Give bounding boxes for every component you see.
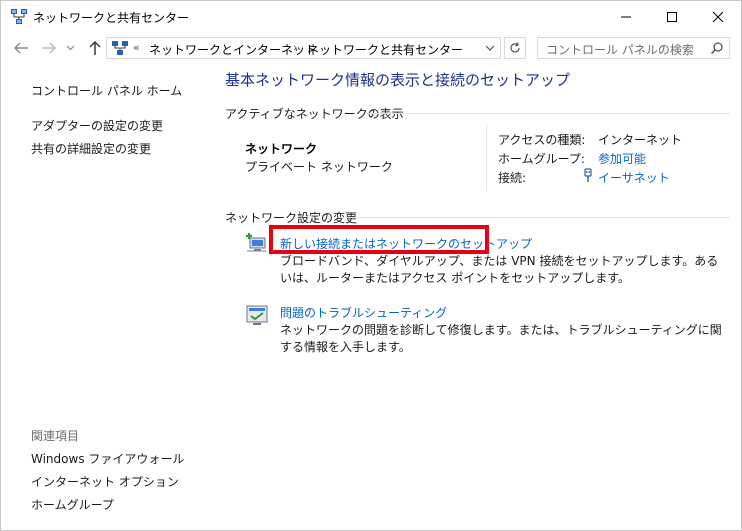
related-heading: 関連項目 [31, 429, 80, 443]
up-button[interactable] [85, 38, 105, 58]
control-panel-home-link[interactable]: コントロール パネル ホーム [31, 82, 182, 99]
arrow-left-icon [13, 42, 28, 54]
connections-label: 接続: [498, 171, 527, 185]
address-bar[interactable]: « ネットワークとインターネット › ネットワークと共有センター [106, 37, 501, 59]
close-button[interactable] [695, 1, 741, 32]
section-divider [367, 113, 730, 114]
left-navigation-pane: コントロール パネル ホーム アダプターの設定の変更 共有の詳細設定の変更 関連… [1, 64, 206, 531]
vertical-divider [486, 125, 487, 191]
arrow-up-icon [89, 40, 101, 55]
setup-new-connection-description: ブロードバンド、ダイヤルアップ、または VPN 接続をセットアップします。あるい… [280, 254, 719, 285]
homegroup-label: ホームグループ: [498, 152, 585, 166]
homegroup-join-link[interactable]: 参加可能 [598, 150, 646, 167]
minimize-button[interactable] [603, 1, 649, 32]
forward-button[interactable] [39, 38, 59, 58]
recent-locations-button[interactable] [63, 38, 77, 58]
maximize-button[interactable] [649, 1, 695, 32]
back-button[interactable] [11, 38, 31, 58]
page-title: 基本ネットワーク情報の表示と接続のセットアップ [225, 71, 571, 89]
network-category: プライベート ネットワーク [245, 160, 393, 174]
maximize-icon [667, 11, 677, 22]
close-icon [712, 11, 724, 22]
windows-firewall-link[interactable]: Windows ファイアウォール [31, 450, 184, 467]
ethernet-icon[interactable] [582, 168, 594, 183]
new-connection-icon [246, 233, 266, 252]
refresh-icon [510, 42, 520, 53]
search-icon[interactable] [710, 41, 724, 55]
network-center-icon [11, 9, 27, 24]
search-box[interactable]: コントロール パネルの検索 [537, 37, 730, 59]
navigation-bar: « ネットワークとインターネット › ネットワークと共有センター コントロール … [1, 32, 741, 64]
network-center-icon [112, 41, 128, 55]
ethernet-connection-link[interactable]: イーサネット [598, 169, 670, 186]
chevron-down-icon[interactable] [483, 42, 497, 54]
title-bar[interactable]: ネットワークと共有センター [1, 1, 741, 32]
troubleshoot-problems-description: ネットワークの問題を診断して修復します。または、トラブルシューティングに関する情… [280, 323, 722, 354]
breadcrumb-sharing-center[interactable]: ネットワークと共有センター [307, 41, 463, 58]
search-placeholder: コントロール パネルの検索 [546, 43, 694, 57]
breadcrumb-separator[interactable]: › [293, 41, 297, 54]
homegroup-link[interactable]: ホームグループ [31, 496, 114, 513]
network-name: ネットワーク [245, 142, 318, 156]
advanced-sharing-settings-link[interactable]: 共有の詳細設定の変更 [31, 140, 151, 157]
arrow-right-icon [42, 42, 57, 54]
breadcrumb-network-internet[interactable]: ネットワークとインターネット [149, 41, 317, 58]
section-divider [341, 217, 730, 218]
minimize-icon [621, 16, 631, 17]
access-type-value: インターネット [598, 133, 683, 147]
change-adapter-settings-link[interactable]: アダプターの設定の変更 [31, 117, 163, 134]
troubleshoot-problems-link[interactable]: 問題のトラブルシューティング [280, 304, 447, 321]
window-title: ネットワークと共有センター [33, 11, 190, 25]
change-settings-heading: ネットワーク設定の変更 [225, 211, 358, 225]
internet-options-link[interactable]: インターネット オプション [31, 473, 179, 490]
setup-new-connection-link[interactable]: 新しい接続またはネットワークのセットアップ [280, 235, 532, 252]
control-panel-window: ネットワークと共有センター « ネットワークとインターネット › ネットワークと… [0, 0, 742, 531]
refresh-button[interactable] [504, 37, 526, 59]
chevron-down-icon [66, 45, 74, 51]
address-overflow[interactable]: « [133, 41, 140, 54]
access-type-label: アクセスの種類: [498, 133, 586, 147]
troubleshoot-icon [246, 305, 268, 325]
